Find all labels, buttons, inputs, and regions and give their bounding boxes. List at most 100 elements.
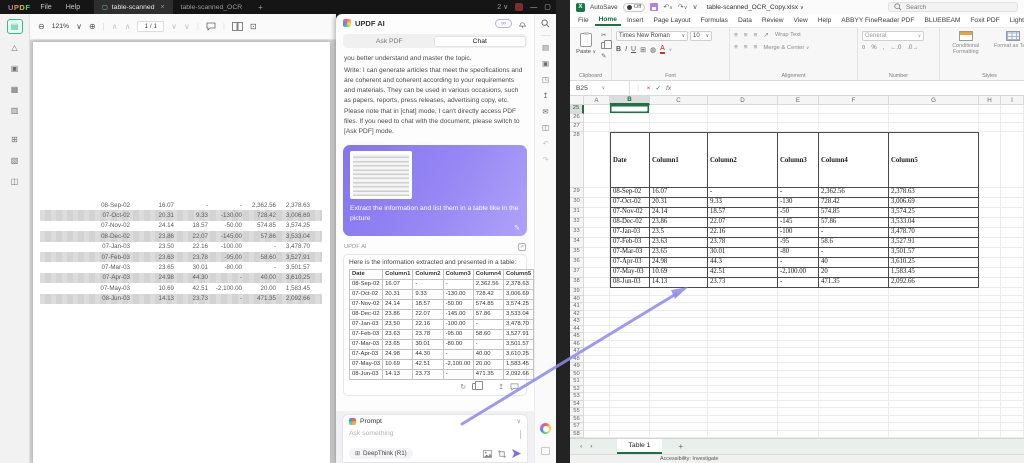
borders-icon[interactable]: ⊞ (640, 46, 646, 54)
cell-H42[interactable] (979, 311, 1001, 319)
cell-A32[interactable] (584, 218, 610, 228)
row-header-53[interactable]: 53 (570, 393, 584, 401)
organize-pages-icon[interactable]: ▥ (7, 103, 23, 118)
cell-A41[interactable] (584, 303, 610, 311)
prev-page-icon[interactable]: ∧ (125, 22, 131, 31)
cut-icon[interactable]: ✂ (601, 31, 607, 39)
cell-B40[interactable] (610, 296, 650, 304)
cell-E46[interactable] (778, 341, 819, 349)
cell-G42[interactable] (889, 311, 979, 319)
format-as-table-button[interactable]: Format as Table (992, 31, 1024, 71)
cell-H45[interactable] (979, 333, 1001, 341)
cell-E55[interactable] (778, 408, 819, 416)
search-icon[interactable] (541, 19, 550, 28)
cell-E31[interactable]: -50 (778, 208, 819, 218)
column-header-I[interactable]: I (1001, 96, 1024, 105)
row-header-32[interactable]: 32 (570, 218, 584, 228)
cell-F30[interactable]: 728.42 (819, 198, 889, 208)
cell-D48[interactable] (708, 356, 778, 364)
zoom-level[interactable]: 121% (52, 23, 69, 30)
cell-G58[interactable] (889, 431, 979, 439)
bold-button[interactable]: B (616, 46, 621, 53)
cell-A53[interactable] (584, 393, 610, 401)
cell-E32[interactable]: -145 (778, 218, 819, 228)
minimize-icon[interactable]: — (530, 4, 537, 11)
cell-H27[interactable] (979, 123, 1001, 132)
workbook-title[interactable]: table-scanned_OCR_Copy.xlsx ∨ (707, 4, 804, 11)
cell-B27[interactable] (610, 123, 650, 132)
cell-E42[interactable] (778, 311, 819, 319)
cell-D58[interactable] (708, 431, 778, 439)
export-file-icon[interactable]: ◳ (542, 75, 549, 84)
fit-page-icon[interactable]: ⊕ (89, 22, 96, 31)
wrap-text-button[interactable]: Wrap Text (775, 32, 801, 38)
row-header-49[interactable]: 49 (570, 363, 584, 371)
format-painter-icon[interactable]: ✎ (601, 52, 607, 60)
cell-H25[interactable] (979, 105, 1001, 114)
cell-A54[interactable] (584, 401, 610, 409)
attached-image-thumbnail[interactable] (350, 151, 412, 199)
cell-B45[interactable] (610, 333, 650, 341)
cell-I29[interactable] (1001, 188, 1024, 198)
cell-F39[interactable] (819, 288, 889, 296)
cell-H53[interactable] (979, 393, 1001, 401)
cell-D35[interactable]: 30.01 (708, 248, 778, 258)
cell-B57[interactable] (610, 423, 650, 431)
tab-ask-pdf[interactable]: Ask PDF (345, 36, 435, 47)
cell-G27[interactable] (889, 123, 979, 132)
cell-F55[interactable] (819, 408, 889, 416)
comma-style-icon[interactable]: , (883, 45, 885, 51)
ribbon-tab-insert[interactable]: Insert (623, 16, 648, 25)
align-middle-icon[interactable]: ≡ (744, 32, 749, 39)
cell-G35[interactable]: 3,501.57 (889, 248, 979, 258)
cell-B52[interactable] (610, 386, 650, 394)
cell-F54[interactable] (819, 401, 889, 409)
cell-I51[interactable] (1001, 378, 1024, 386)
cell-I55[interactable] (1001, 408, 1024, 416)
column-header-A[interactable]: A (584, 96, 610, 105)
cell-B48[interactable] (610, 356, 650, 364)
cell-A49[interactable] (584, 363, 610, 371)
cell-A39[interactable] (584, 288, 610, 296)
cell-A36[interactable] (584, 258, 610, 268)
cell-F53[interactable] (819, 393, 889, 401)
cell-I57[interactable] (1001, 423, 1024, 431)
window-count-badge[interactable]: 2 ∨ (497, 3, 508, 11)
cell-B34[interactable]: 07-Feb-03 (610, 238, 650, 248)
cell-B37[interactable]: 07-May-03 (610, 268, 650, 278)
cell-A27[interactable] (584, 123, 610, 132)
ai-credits-pill[interactable]: ∞ (495, 19, 512, 28)
view-settings-icon[interactable]: ⊡ (250, 22, 257, 31)
next-sheet-icon[interactable]: › (590, 443, 592, 450)
cell-H54[interactable] (979, 401, 1001, 409)
cell-E40[interactable] (778, 296, 819, 304)
cell-C46[interactable] (650, 341, 708, 349)
cell-H32[interactable] (979, 218, 1001, 228)
row-header-41[interactable]: 41 (570, 303, 584, 311)
cell-H57[interactable] (979, 423, 1001, 431)
percent-style-icon[interactable]: % (871, 45, 876, 51)
cell-E45[interactable] (778, 333, 819, 341)
cell-D34[interactable]: 23.78 (708, 238, 778, 248)
cell-B58[interactable] (610, 431, 650, 439)
cell-G51[interactable] (889, 378, 979, 386)
cell-E41[interactable] (778, 303, 819, 311)
paste-button[interactable]: Paste ∨ (574, 31, 598, 71)
ribbon-tab-formulas[interactable]: Formulas (696, 16, 731, 25)
row-header-55[interactable]: 55 (570, 408, 584, 416)
row-header-46[interactable]: 46 (570, 341, 584, 349)
comment-icon[interactable] (206, 22, 216, 31)
ocr-icon[interactable]: ▧ (7, 153, 23, 168)
ask-input[interactable]: Ask something (349, 430, 521, 439)
cell-G41[interactable] (889, 303, 979, 311)
cell-G45[interactable] (889, 333, 979, 341)
cell-E27[interactable] (778, 123, 819, 132)
protect-icon[interactable]: ▣ (542, 59, 549, 68)
cell-G49[interactable] (889, 363, 979, 371)
cell-I45[interactable] (1001, 333, 1024, 341)
cell-H37[interactable] (979, 268, 1001, 278)
feedback-icon[interactable] (510, 383, 519, 391)
cell-E50[interactable] (778, 371, 819, 379)
cell-E34[interactable]: -95 (778, 238, 819, 248)
cell-F44[interactable] (819, 326, 889, 334)
